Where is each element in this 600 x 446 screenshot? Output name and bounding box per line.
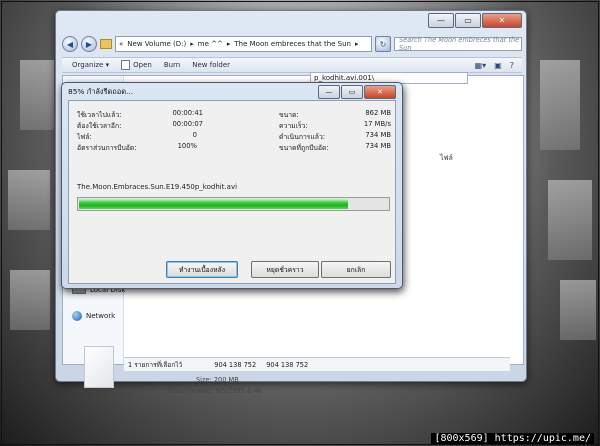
elapsed-label: ใช้เวลาไปแล้ว: bbox=[77, 111, 122, 119]
explorer-toolbar: Organize ▾ Open Burn New folder ▦▾ ▣ ? bbox=[62, 57, 522, 73]
cancel-button[interactable]: ยกเลิก bbox=[321, 261, 391, 278]
status-size: 904 138 752 bbox=[266, 360, 309, 369]
dialog-minimize-button[interactable]: — bbox=[318, 85, 340, 99]
size-label: ขนาด: bbox=[279, 111, 299, 119]
minimize-button[interactable]: — bbox=[428, 13, 454, 28]
remaining-value: 00:00:07 bbox=[172, 120, 203, 128]
background-panel bbox=[560, 280, 596, 340]
help-icon[interactable]: ? bbox=[510, 61, 514, 70]
detail-size: Size: 200 MB bbox=[196, 376, 239, 384]
pause-button[interactable]: หยุดชั่วคราว bbox=[251, 261, 319, 278]
preview-pane-icon[interactable]: ▣ bbox=[494, 61, 502, 70]
address-segment-drive[interactable]: New Volume (D:) bbox=[127, 40, 186, 48]
address-separator[interactable]: ▸ bbox=[355, 40, 359, 48]
elapsed-value: 00:00:41 bbox=[172, 109, 203, 117]
dialog-body: ใช้เวลาไปแล้ว: 00:00:41 ต้องใช้เวลาอีก: … bbox=[68, 100, 396, 284]
address-bar[interactable]: « New Volume (D:) ▸ me ^^ ▸ The Moon emb… bbox=[115, 36, 372, 52]
address-segment-folder[interactable]: The Moon embreces that the Sun bbox=[234, 40, 351, 48]
speed-label: ความเร็ว: bbox=[279, 122, 308, 130]
search-input[interactable]: Search The Moon embreces that the Sun bbox=[394, 36, 522, 52]
view-controls: ▦▾ ▣ ? bbox=[475, 61, 522, 70]
nav-item-network[interactable]: Network bbox=[72, 311, 115, 321]
address-row: ◀ ▶ « New Volume (D:) ▸ me ^^ ▸ The Moon… bbox=[62, 35, 522, 53]
ratio-label: อัตราส่วนการบีบอัด: bbox=[77, 144, 137, 152]
current-file-name: The.Moon.Embraces.Sun.E19.450p_kodhit.av… bbox=[77, 183, 238, 191]
background-button[interactable]: ทำงานเบื้องหลัง bbox=[166, 261, 238, 278]
compressed-size-label: ขนาดที่ถูกบีบอัด: bbox=[279, 144, 329, 152]
progress-bar bbox=[77, 197, 390, 211]
network-icon bbox=[72, 311, 82, 321]
background-panel bbox=[540, 60, 580, 150]
size-value: 862 MB bbox=[365, 109, 391, 117]
compressed-size-value: 734 MB bbox=[365, 142, 391, 150]
dialog-caption-buttons: — ▭ ✕ bbox=[318, 85, 396, 99]
processed-value: 734 MB bbox=[365, 131, 391, 139]
explorer-caption-buttons: — ▭ ✕ bbox=[428, 13, 522, 28]
file-thumbnail-icon bbox=[84, 346, 114, 388]
extract-progress-dialog: 85% กำลังรีดถอด... — ▭ ✕ ใช้เวลาไปแล้ว: … bbox=[61, 82, 403, 289]
open-icon bbox=[121, 60, 131, 70]
background-panel bbox=[10, 270, 50, 330]
address-overflow[interactable]: « bbox=[119, 40, 123, 48]
organize-button[interactable]: Organize ▾ bbox=[72, 61, 109, 69]
address-segment-me[interactable]: me ^^ bbox=[198, 40, 223, 48]
view-options-icon[interactable]: ▦▾ bbox=[475, 61, 487, 70]
background-panel bbox=[20, 60, 54, 130]
address-separator[interactable]: ▸ bbox=[227, 40, 231, 48]
dialog-maximize-button[interactable]: ▭ bbox=[341, 85, 363, 99]
refresh-icon[interactable]: ↻ bbox=[375, 36, 391, 52]
speed-value: 17 MB/s bbox=[363, 120, 391, 128]
remaining-label: ต้องใช้เวลาอีก: bbox=[77, 122, 122, 130]
status-size: 904 138 752 bbox=[214, 360, 257, 369]
burn-button[interactable]: Burn bbox=[164, 61, 180, 69]
open-button[interactable]: Open bbox=[121, 60, 152, 70]
forward-arrow-icon[interactable]: ▶ bbox=[81, 36, 97, 52]
maximize-button[interactable]: ▭ bbox=[455, 13, 481, 28]
processed-label: ดำเนินการแล้ว: bbox=[279, 133, 326, 141]
background-panel bbox=[8, 170, 50, 230]
column-header-file[interactable]: ไฟล์ bbox=[440, 153, 453, 164]
background-panel bbox=[548, 180, 592, 260]
progress-fill bbox=[79, 199, 348, 209]
files-label: ไฟล์: bbox=[77, 133, 92, 141]
watermark: [800x569] https://upic.me/ bbox=[431, 433, 594, 444]
folder-icon bbox=[100, 39, 112, 49]
new-folder-button[interactable]: New folder bbox=[192, 61, 230, 69]
address-separator[interactable]: ▸ bbox=[190, 40, 194, 48]
close-button[interactable]: ✕ bbox=[482, 13, 522, 28]
dialog-title: 85% กำลังรีดถอด... bbox=[68, 87, 134, 96]
nav-item-label: Network bbox=[86, 312, 116, 320]
open-label: Open bbox=[133, 61, 152, 69]
ratio-value: 100% bbox=[177, 142, 197, 150]
dialog-close-button[interactable]: ✕ bbox=[364, 85, 396, 99]
detail-date-created: Date created: 9/5/2555 8:46 bbox=[168, 387, 262, 395]
files-value: 0 bbox=[192, 131, 197, 139]
back-arrow-icon[interactable]: ◀ bbox=[62, 36, 78, 52]
